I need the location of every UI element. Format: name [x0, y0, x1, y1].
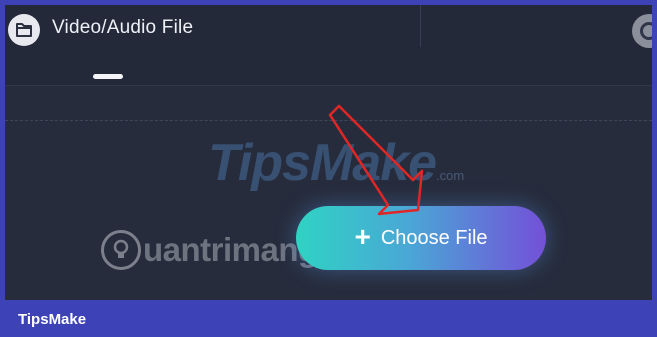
app-window: Video/Audio File TipsMake.com uantrimang…: [5, 5, 652, 300]
plus-icon: +: [354, 220, 371, 252]
footer-brand: TipsMake: [18, 311, 87, 328]
watermark-quantrimang: uantrimang: [101, 230, 318, 270]
footer-bar: TipsMake: [0, 300, 657, 337]
dropzone-border: [5, 120, 652, 121]
choose-file-label: Choose File: [380, 226, 488, 249]
record-icon[interactable]: [632, 14, 652, 48]
lightbulb-icon: [101, 230, 141, 270]
active-tab-indicator: [93, 74, 123, 79]
folder-icon[interactable]: [8, 14, 40, 46]
choose-file-button[interactable]: + Choose File: [296, 206, 546, 270]
header-bar: Video/Audio File: [5, 5, 652, 86]
watermark-tipsmake: TipsMake.com: [208, 134, 465, 192]
page-title: Video/Audio File: [52, 17, 194, 38]
header-divider: [420, 5, 421, 47]
